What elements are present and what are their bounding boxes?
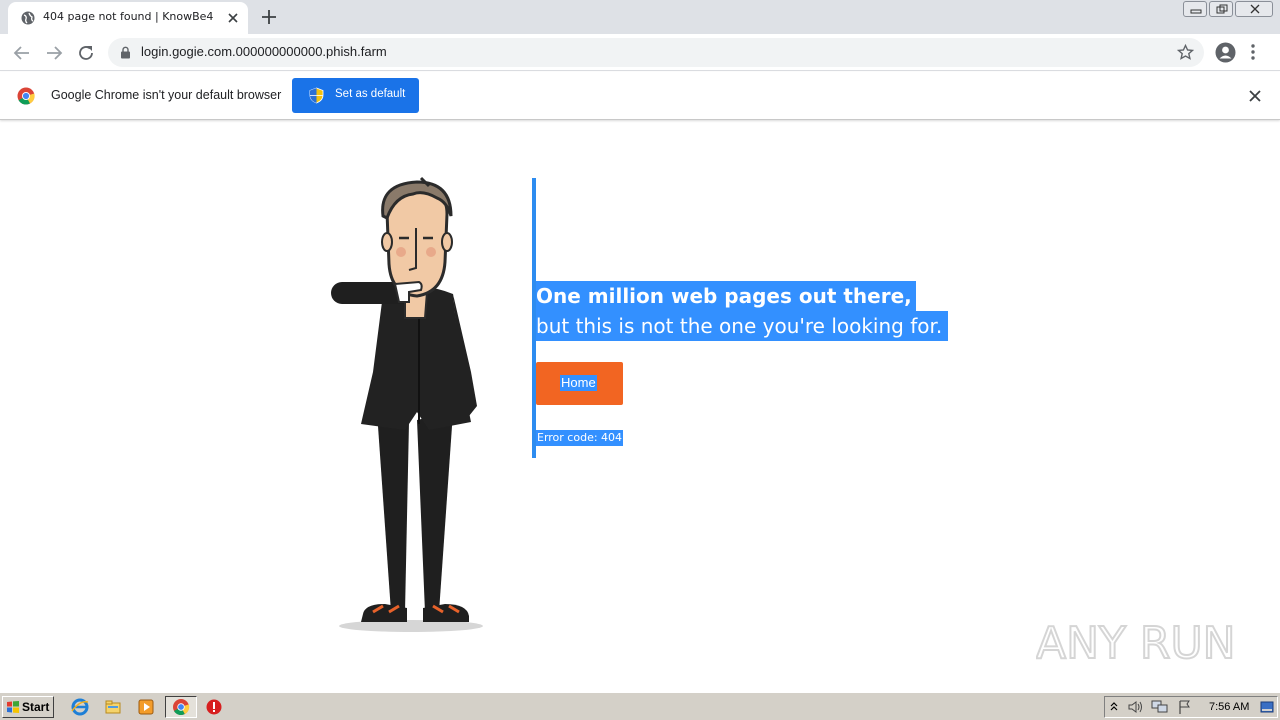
tab-title: 404 page not found | KnowBe4 — [43, 10, 214, 23]
windows-logo-icon — [7, 701, 19, 713]
lock-icon[interactable] — [120, 46, 131, 59]
close-window-button[interactable] — [1235, 1, 1273, 17]
close-window-icon — [1250, 4, 1260, 14]
back-arrow-icon[interactable] — [11, 42, 33, 64]
security-alert-icon[interactable] — [205, 698, 223, 716]
infobar-message: Google Chrome isn't your default browser — [51, 88, 282, 102]
set-as-default-label: Set as default — [335, 88, 406, 100]
watermark-text: ANY RUN — [1036, 618, 1236, 669]
profile-avatar-icon[interactable] — [1215, 42, 1236, 63]
anyrun-watermark-logo: ANY RUN — [1036, 617, 1236, 670]
home-button[interactable]: Home — [536, 362, 623, 405]
thinking-man-illustration — [331, 176, 483, 632]
reload-icon[interactable] — [75, 42, 97, 64]
restore-button[interactable] — [1209, 1, 1233, 17]
address-bar[interactable]: login.gogie.com.000000000000.phish.farm — [108, 38, 1204, 67]
forward-arrow-icon[interactable] — [43, 42, 65, 64]
start-label: Start — [22, 700, 50, 714]
action-center-flag-icon[interactable] — [1177, 699, 1193, 715]
headline-line-1: One million web pages out there, — [536, 281, 916, 311]
new-tab-icon[interactable] — [259, 7, 279, 27]
close-infobar-icon[interactable] — [1247, 88, 1263, 104]
more-menu-icon[interactable] — [1250, 42, 1256, 62]
show-desktop-icon[interactable] — [1260, 701, 1274, 713]
tab-active[interactable]: 404 page not found | KnowBe4 — [8, 2, 248, 34]
volume-icon[interactable] — [1127, 700, 1143, 714]
headline-line-2: but this is not the one you're looking f… — [536, 311, 949, 341]
internet-explorer-icon[interactable] — [71, 698, 89, 716]
tray-expand-icon[interactable] — [1109, 700, 1119, 714]
chrome-taskbar-icon — [173, 699, 190, 715]
browser-toolbar: login.gogie.com.000000000000.phish.farm — [0, 34, 1280, 71]
network-icon[interactable] — [1151, 699, 1169, 715]
windows-taskbar: Start 7:56 AM — [0, 692, 1280, 720]
system-tray: 7:56 AM — [1104, 696, 1278, 718]
file-explorer-icon[interactable] — [104, 698, 122, 716]
start-button[interactable]: Start — [2, 696, 54, 718]
home-button-label: Home — [560, 375, 597, 391]
taskbar-clock: 7:56 AM — [1209, 701, 1250, 713]
chrome-logo-icon — [17, 87, 35, 105]
minimize-icon — [1190, 9, 1202, 14]
tab-strip: 404 page not found | KnowBe4 — [0, 0, 1280, 34]
error-headline: One million web pages out there, but thi… — [536, 281, 949, 341]
media-player-icon[interactable] — [137, 698, 155, 716]
close-tab-icon[interactable] — [224, 9, 242, 27]
url-text: login.gogie.com.000000000000.phish.farm — [141, 44, 387, 59]
restore-icon — [1216, 4, 1228, 14]
taskbar-chrome-active[interactable] — [165, 696, 197, 718]
error-code: Error code: 404 — [536, 430, 624, 446]
set-as-default-button[interactable]: Set as default — [292, 78, 419, 113]
uac-shield-icon — [309, 87, 324, 104]
bookmark-star-icon[interactable] — [1177, 44, 1194, 61]
globe-icon — [21, 11, 35, 25]
default-browser-infobar: Google Chrome isn't your default browser… — [0, 72, 1280, 120]
minimize-button[interactable] — [1183, 1, 1207, 17]
